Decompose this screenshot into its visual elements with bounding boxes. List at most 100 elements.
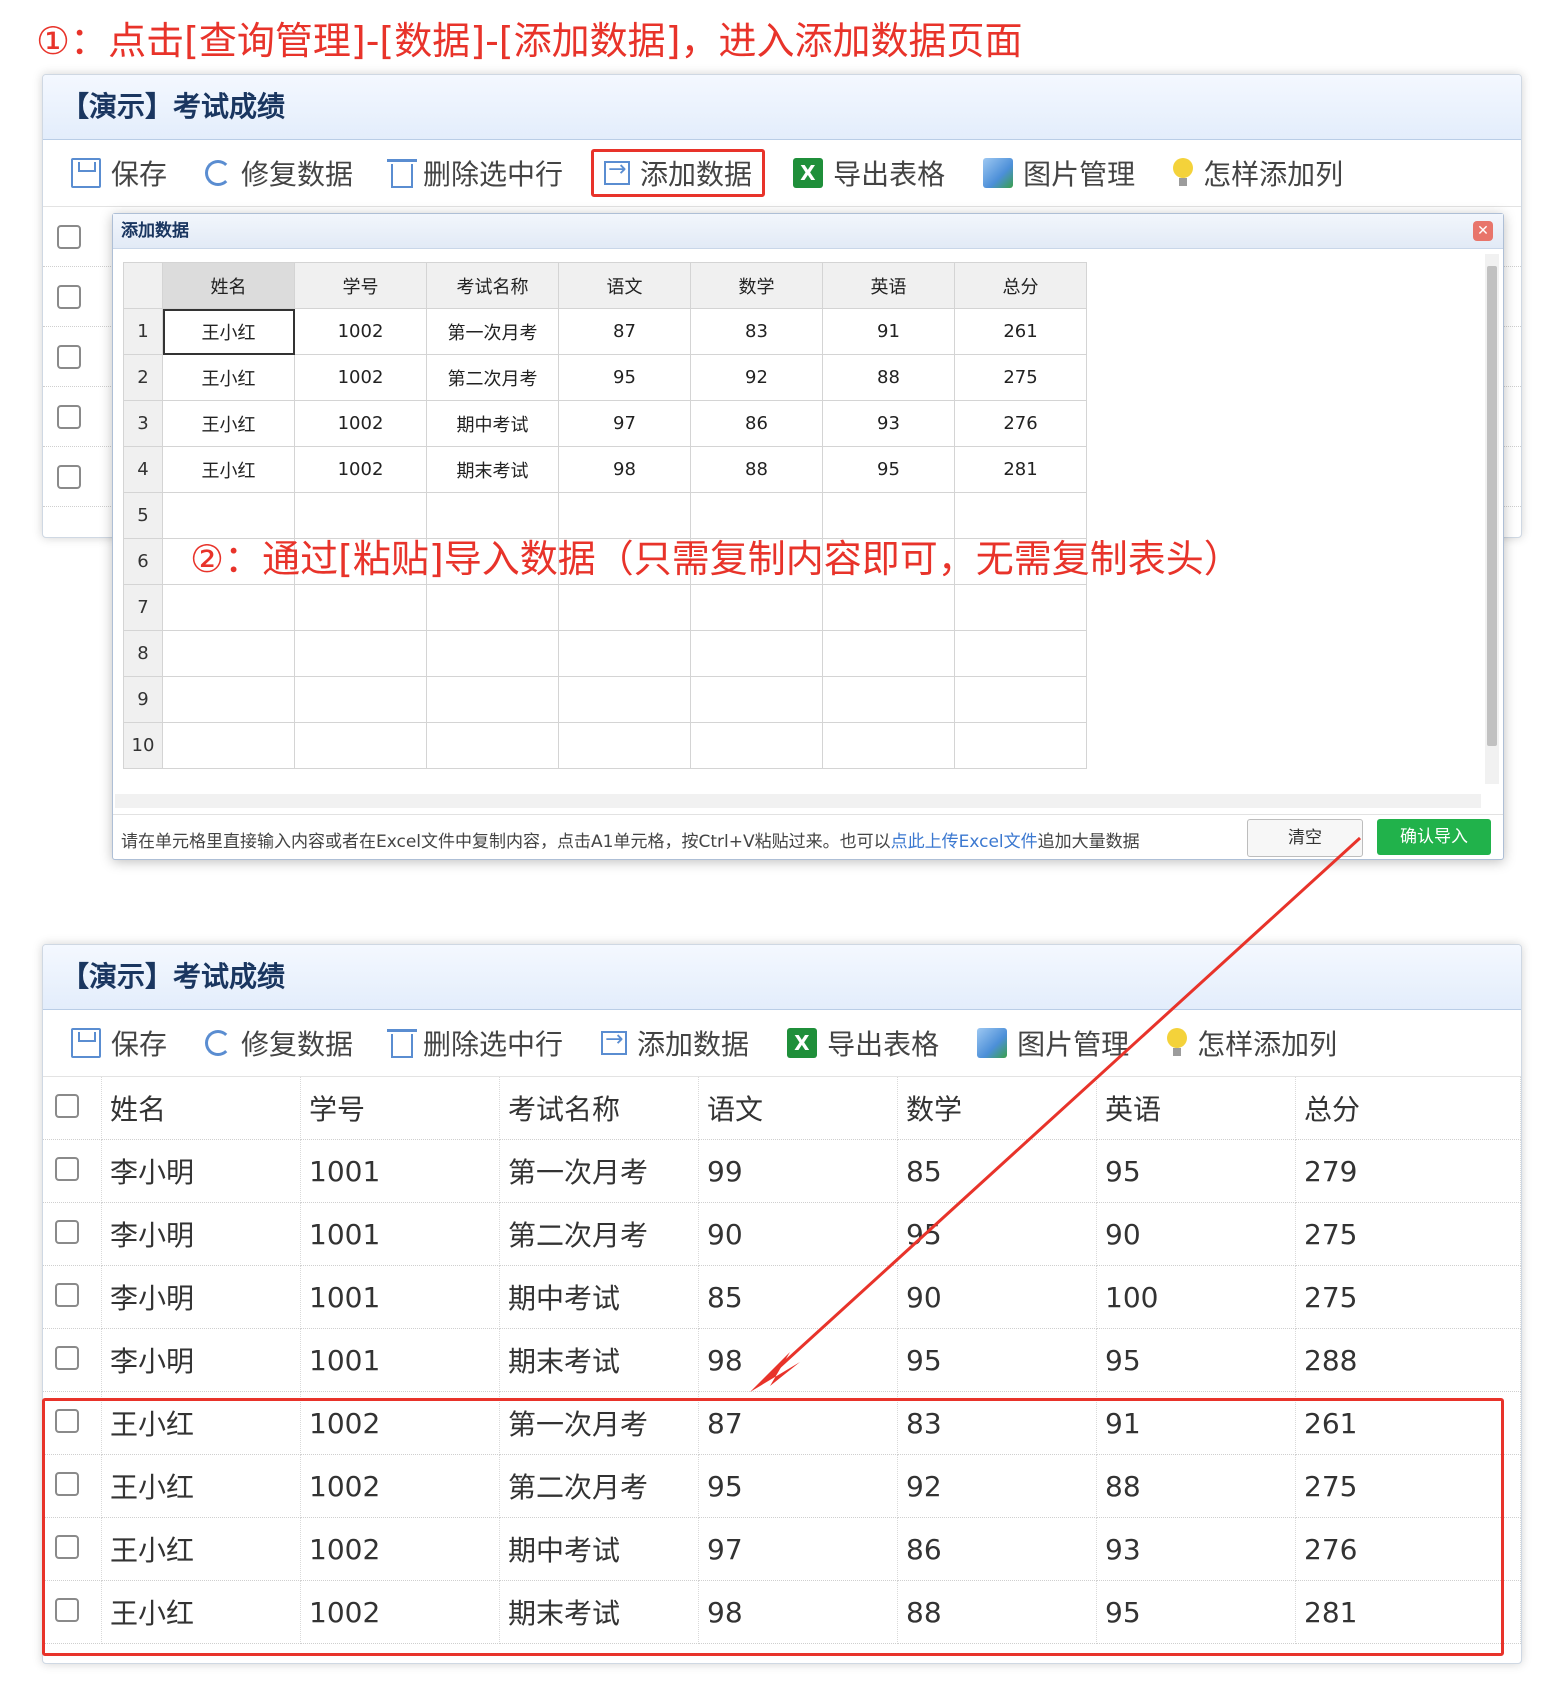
- grid-column-header[interactable]: 考试名称: [426, 262, 559, 309]
- grid-cell[interactable]: 88: [690, 446, 823, 493]
- grid-row-number[interactable]: 5: [123, 492, 163, 539]
- grid-cell[interactable]: 1002: [294, 400, 427, 447]
- save-button[interactable]: 保存: [61, 149, 177, 197]
- horizontal-scrollbar[interactable]: [115, 794, 1481, 808]
- grid-cell[interactable]: 98: [558, 446, 691, 493]
- grid-cell[interactable]: [690, 630, 823, 677]
- grid-cell[interactable]: 86: [690, 400, 823, 447]
- checkbox[interactable]: [57, 404, 81, 429]
- table-cell[interactable]: 期中考试: [499, 1517, 699, 1581]
- column-header[interactable]: 姓名: [101, 1077, 301, 1140]
- grid-column-header[interactable]: 姓名: [162, 262, 295, 309]
- save-button[interactable]: 保存: [61, 1019, 177, 1067]
- table-cell[interactable]: 李小明: [101, 1202, 301, 1266]
- table-cell[interactable]: 95: [897, 1328, 1097, 1392]
- grid-row-number[interactable]: 9: [123, 676, 163, 723]
- grid-cell[interactable]: 1002: [294, 308, 427, 355]
- grid-cell[interactable]: [690, 492, 823, 539]
- row-checkbox[interactable]: [55, 1408, 79, 1433]
- grid-column-header[interactable]: 数学: [690, 262, 823, 309]
- close-icon[interactable]: ✕: [1473, 221, 1493, 241]
- grid-cell[interactable]: [162, 630, 295, 677]
- table-cell[interactable]: 86: [897, 1517, 1097, 1581]
- export-table-button[interactable]: 导出表格: [777, 1019, 949, 1067]
- table-row[interactable]: 李小明 1001 期中考试 85 90 100 275: [43, 1265, 1521, 1329]
- table-cell[interactable]: 83: [897, 1391, 1097, 1455]
- grid-cell[interactable]: 93: [822, 400, 955, 447]
- table-cell[interactable]: 97: [698, 1517, 898, 1581]
- grid-cell[interactable]: [294, 676, 427, 723]
- table-row[interactable]: 王小红 1002 第一次月考 87 83 91 261: [43, 1391, 1521, 1455]
- grid-cell[interactable]: [426, 722, 559, 769]
- grid-cell[interactable]: [162, 492, 295, 539]
- table-cell[interactable]: 期末考试: [499, 1328, 699, 1392]
- table-row[interactable]: 王小红 1002 第二次月考 95 92 88 275: [43, 1454, 1521, 1518]
- table-cell[interactable]: 95: [698, 1454, 898, 1518]
- grid-cell[interactable]: [426, 584, 559, 631]
- export-table-button[interactable]: 导出表格: [783, 149, 955, 197]
- table-cell[interactable]: 95: [1096, 1580, 1296, 1644]
- grid-cell[interactable]: 95: [558, 354, 691, 401]
- checkbox[interactable]: [57, 224, 81, 249]
- grid-cell[interactable]: [690, 722, 823, 769]
- grid-column-header[interactable]: 学号: [294, 262, 427, 309]
- confirm-import-button[interactable]: 确认导入: [1377, 819, 1491, 855]
- grid-cell[interactable]: [822, 584, 955, 631]
- grid-row-number[interactable]: 3: [123, 400, 163, 447]
- table-row[interactable]: 李小明 1001 第二次月考 90 95 90 275: [43, 1202, 1521, 1266]
- table-row[interactable]: 李小明 1001 第一次月考 99 85 95 279: [43, 1139, 1521, 1203]
- table-cell[interactable]: 1001: [300, 1202, 500, 1266]
- grid-cell[interactable]: [822, 722, 955, 769]
- table-cell[interactable]: 1002: [300, 1454, 500, 1518]
- table-cell[interactable]: 李小明: [101, 1328, 301, 1392]
- checkbox[interactable]: [57, 344, 81, 369]
- row-checkbox[interactable]: [55, 1471, 79, 1496]
- row-checkbox[interactable]: [55, 1156, 79, 1181]
- row-checkbox[interactable]: [55, 1534, 79, 1559]
- table-cell[interactable]: 90: [698, 1202, 898, 1266]
- grid-row-number[interactable]: 4: [123, 446, 163, 493]
- upload-excel-link[interactable]: 点此上传Excel文件: [891, 832, 1038, 852]
- grid-cell[interactable]: [690, 584, 823, 631]
- repair-data-button[interactable]: 修复数据: [195, 1019, 363, 1067]
- table-cell[interactable]: 288: [1295, 1328, 1521, 1392]
- vertical-scrollbar[interactable]: [1485, 254, 1499, 784]
- add-data-button[interactable]: 添加数据: [591, 149, 766, 197]
- grid-cell[interactable]: 88: [822, 354, 955, 401]
- column-header[interactable]: 数学: [897, 1077, 1097, 1140]
- table-cell[interactable]: 第二次月考: [499, 1202, 699, 1266]
- checkbox[interactable]: [57, 464, 81, 489]
- table-cell[interactable]: 100: [1096, 1265, 1296, 1329]
- grid-cell[interactable]: 第二次月考: [426, 354, 559, 401]
- grid-cell[interactable]: [954, 492, 1087, 539]
- table-cell[interactable]: 王小红: [101, 1391, 301, 1455]
- table-cell[interactable]: 1001: [300, 1328, 500, 1392]
- grid-cell[interactable]: [954, 722, 1087, 769]
- table-cell[interactable]: 95: [1096, 1328, 1296, 1392]
- grid-cell[interactable]: 91: [822, 308, 955, 355]
- table-cell[interactable]: 90: [1096, 1202, 1296, 1266]
- how-to-add-column-button[interactable]: 怎样添加列: [1163, 149, 1353, 197]
- grid-cell[interactable]: 83: [690, 308, 823, 355]
- table-cell[interactable]: 第一次月考: [499, 1139, 699, 1203]
- grid-cell[interactable]: 261: [954, 308, 1087, 355]
- how-to-add-column-button[interactable]: 怎样添加列: [1157, 1019, 1347, 1067]
- column-header[interactable]: 语文: [698, 1077, 898, 1140]
- table-cell[interactable]: 98: [698, 1328, 898, 1392]
- table-cell[interactable]: 98: [698, 1580, 898, 1644]
- grid-cell[interactable]: [558, 584, 691, 631]
- row-checkbox[interactable]: [55, 1282, 79, 1307]
- grid-cell[interactable]: [558, 676, 691, 723]
- grid-cell[interactable]: 王小红: [162, 400, 295, 447]
- grid-corner[interactable]: [123, 262, 163, 309]
- grid-column-header[interactable]: 总分: [954, 262, 1087, 309]
- table-cell[interactable]: 275: [1295, 1265, 1521, 1329]
- grid-cell[interactable]: 期中考试: [426, 400, 559, 447]
- table-row[interactable]: 王小红 1002 期末考试 98 88 95 281: [43, 1580, 1521, 1644]
- table-cell[interactable]: 276: [1295, 1517, 1521, 1581]
- table-cell[interactable]: 1002: [300, 1580, 500, 1644]
- grid-cell[interactable]: 97: [558, 400, 691, 447]
- table-cell[interactable]: 91: [1096, 1391, 1296, 1455]
- grid-cell[interactable]: [558, 492, 691, 539]
- table-cell[interactable]: 90: [897, 1265, 1097, 1329]
